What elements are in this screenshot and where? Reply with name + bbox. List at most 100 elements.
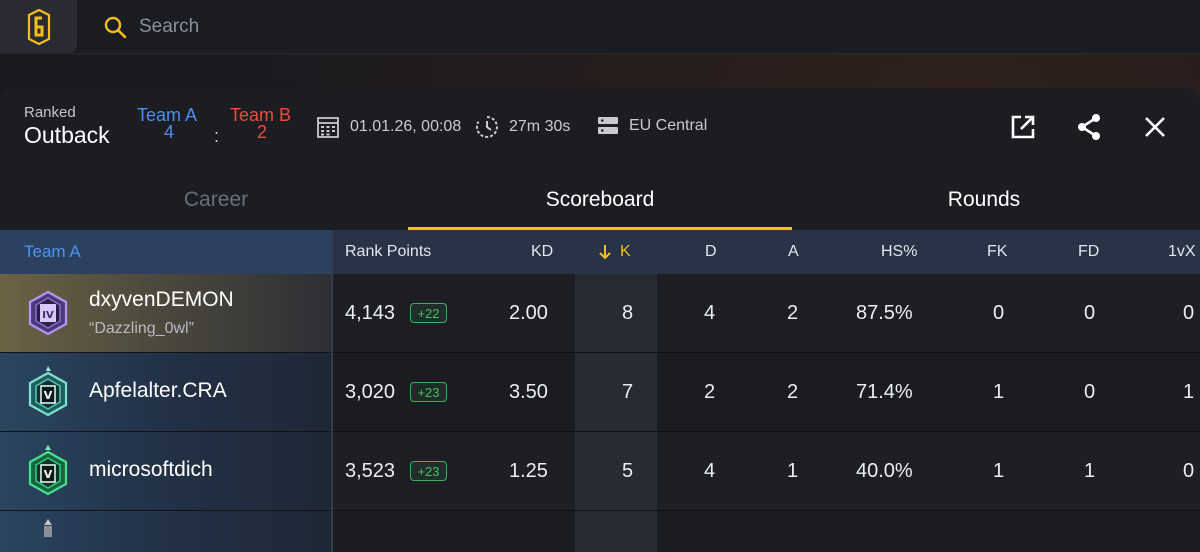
col-k-label: K	[620, 243, 631, 260]
open-external-icon	[1011, 115, 1035, 139]
rank-points-value: 4,143	[345, 301, 396, 324]
stats-cells	[333, 353, 1200, 431]
rank-points-delta: +23	[410, 382, 447, 402]
kd-value: 2.00	[509, 301, 548, 324]
player-name[interactable]: Apfelalter.CRA	[89, 379, 227, 403]
fd-value: 0	[1084, 380, 1096, 403]
k-column-highlight	[575, 353, 657, 431]
fk-value: 0	[993, 301, 1005, 324]
fk-value: 1	[993, 459, 1005, 482]
rank-badge-emerald-icon: V	[28, 366, 68, 417]
team-b-score: 2	[257, 122, 268, 142]
search-box[interactable]: Search	[103, 13, 199, 41]
rank-badge-emerald-icon: V	[28, 445, 68, 496]
column-divider	[331, 230, 333, 552]
tab-bar: Career Scoreboard Rounds	[0, 170, 1200, 230]
hs-value: 87.5%	[856, 301, 913, 324]
close-button[interactable]	[1138, 110, 1172, 144]
server-icon	[598, 117, 618, 134]
stats-cells	[333, 511, 1200, 552]
scoreboard-header: Team A Rank Points KD K D A HS% FK FD 1v…	[0, 230, 1200, 274]
team-a-score: 4	[164, 122, 175, 142]
player-cell[interactable]: V microsoftdich	[0, 432, 331, 510]
score-separator: :	[214, 126, 220, 146]
a-value: 1	[787, 459, 799, 482]
a-value: 2	[787, 301, 799, 324]
fd-value: 1	[1084, 459, 1096, 482]
clock-icon	[475, 116, 498, 138]
stats-cells	[333, 274, 1200, 352]
col-k-sorted[interactable]: K	[598, 230, 631, 274]
fd-value: 0	[1084, 301, 1096, 324]
col-1vx[interactable]: 1vX	[1168, 230, 1196, 274]
svg-text:V: V	[44, 389, 53, 402]
svg-text:IV: IV	[42, 310, 54, 321]
rank-points-value: 3,523	[345, 459, 396, 482]
search-icon	[104, 16, 127, 39]
stats-cells	[333, 432, 1200, 510]
tab-rounds[interactable]: Rounds	[792, 170, 1176, 230]
match-panel: Ranked Outback Team A 4 : Team B 2 01.01…	[0, 88, 1200, 552]
tab-scoreboard[interactable]: Scoreboard	[408, 170, 792, 230]
hs-value: 40.0%	[856, 459, 913, 482]
rank-points-value: 3,020	[345, 380, 396, 403]
tab-career[interactable]: Career	[24, 170, 408, 230]
col-d[interactable]: D	[705, 230, 717, 274]
match-datetime: 01.01.26, 00:08	[350, 118, 462, 135]
rank-points-delta: +23	[410, 461, 447, 481]
player-name[interactable]: microsoftdich	[89, 458, 213, 482]
team-column-header: Team A	[0, 230, 331, 274]
share-icon	[1078, 114, 1100, 140]
a-value: 2	[787, 380, 799, 403]
match-server: EU Central	[597, 115, 707, 137]
rainbow-six-logo-icon	[27, 8, 50, 45]
d-value: 2	[704, 380, 716, 403]
k-value: 8	[622, 301, 634, 324]
k-column-highlight	[575, 511, 657, 552]
svg-text:V: V	[44, 468, 53, 481]
search-placeholder[interactable]: Search	[139, 16, 199, 38]
k-value: 7	[622, 380, 634, 403]
sort-down-arrow-icon	[599, 245, 611, 260]
calendar-icon	[317, 117, 339, 138]
match-mode: Ranked	[24, 104, 76, 121]
match-duration-value: 27m 30s	[509, 118, 571, 135]
kd-value: 1.25	[509, 459, 548, 482]
col-rank-points[interactable]: Rank Points	[345, 230, 431, 274]
player-name[interactable]: dxyvenDEMON	[89, 288, 234, 312]
match-header: Ranked Outback Team A 4 : Team B 2 01.01…	[0, 88, 1200, 170]
1vx-value: 0	[1183, 459, 1195, 482]
share-button[interactable]	[1072, 110, 1106, 144]
col-a[interactable]: A	[788, 230, 799, 274]
rank-badge-icon	[44, 519, 52, 537]
table-row[interactable]: V Apfelalter.CRA 3,020 +23 3.50 7 2 2 71…	[0, 353, 1200, 431]
close-icon	[1145, 117, 1165, 137]
1vx-value: 0	[1183, 301, 1195, 324]
hs-value: 71.4%	[856, 380, 913, 403]
fk-value: 1	[993, 380, 1005, 403]
col-fk[interactable]: FK	[987, 230, 1007, 274]
match-map: Outback	[24, 122, 110, 148]
player-alias: “Dazzling_0wl”	[89, 320, 194, 337]
rank-badge-diamond-icon: IV	[28, 290, 68, 336]
col-hs[interactable]: HS%	[881, 230, 917, 274]
d-value: 4	[704, 301, 716, 324]
col-kd[interactable]: KD	[531, 230, 553, 274]
match-date: 01.01.26, 00:08	[316, 115, 461, 139]
k-column-highlight	[575, 274, 657, 352]
table-row[interactable]: IV dxyvenDEMON “Dazzling_0wl” 4,143 +22 …	[0, 274, 1200, 352]
player-cell[interactable]: V Apfelalter.CRA	[0, 353, 331, 431]
open-external-button[interactable]	[1006, 110, 1040, 144]
match-server-name: EU Central	[629, 117, 708, 134]
player-cell[interactable]	[0, 511, 331, 552]
player-cell[interactable]: IV dxyvenDEMON “Dazzling_0wl”	[0, 274, 331, 352]
d-value: 4	[704, 459, 716, 482]
col-fd[interactable]: FD	[1078, 230, 1099, 274]
1vx-value: 1	[1183, 380, 1195, 403]
k-value: 5	[622, 459, 634, 482]
match-duration: 27m 30s	[475, 115, 570, 139]
top-bar: Search	[0, 0, 1200, 54]
table-row[interactable]	[0, 511, 1200, 552]
table-row[interactable]: V microsoftdich 3,523 +23 1.25 5 4 1 40.…	[0, 432, 1200, 510]
home-logo-button[interactable]	[0, 0, 77, 53]
